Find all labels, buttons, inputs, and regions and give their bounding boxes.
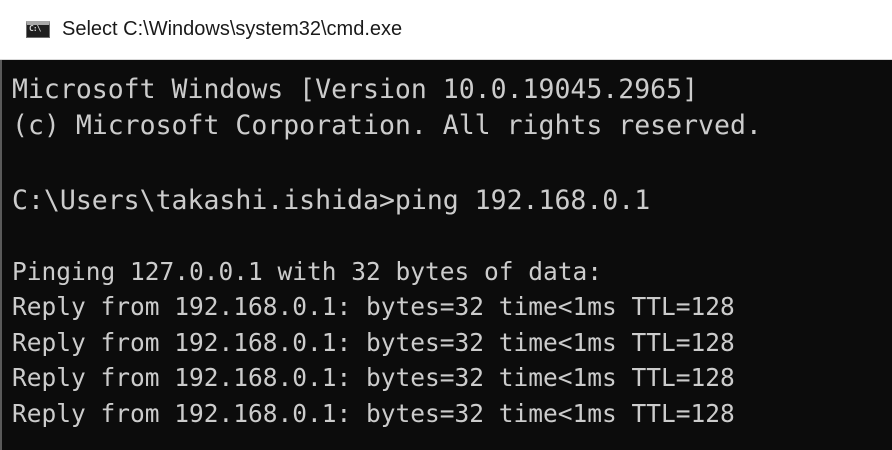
console-line: Microsoft Windows [Version 10.0.19045.29…: [12, 74, 699, 105]
console-line: Reply from 192.168.0.1: bytes=32 time<1m…: [12, 399, 735, 428]
console-app-icon[interactable]: C:\: [26, 21, 50, 38]
console-line: C:\Users\takashi.ishida>ping 192.168.0.1: [12, 185, 651, 216]
cmd-window: C:\ Select C:\Windows\system32\cmd.exe M…: [0, 0, 892, 450]
window-title: Select C:\Windows\system32\cmd.exe: [62, 18, 403, 40]
console-app-icon-glyph: C:\: [29, 24, 41, 33]
console-line: Reply from 192.168.0.1: bytes=32 time<1m…: [12, 328, 735, 357]
console-line: (c) Microsoft Corporation. All rights re…: [12, 110, 762, 141]
console-line: Pinging 127.0.0.1 with 32 bytes of data:: [12, 257, 603, 286]
console-output-area[interactable]: Microsoft Windows [Version 10.0.19045.29…: [0, 60, 892, 450]
console-line: Reply from 192.168.0.1: bytes=32 time<1m…: [12, 292, 735, 321]
console-line: Reply from 192.168.0.1: bytes=32 time<1m…: [12, 363, 735, 392]
title-bar[interactable]: C:\ Select C:\Windows\system32\cmd.exe: [0, 0, 892, 60]
window-border: [0, 60, 2, 450]
